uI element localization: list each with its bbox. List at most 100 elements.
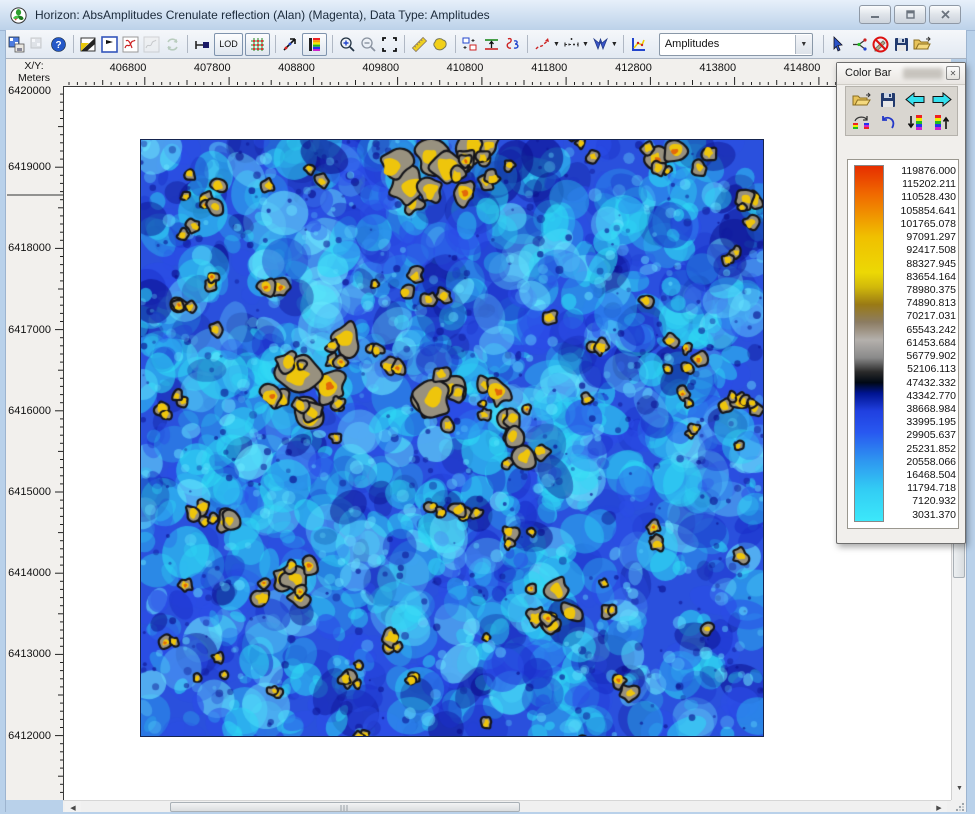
colorbar-value: 47432.332: [886, 377, 957, 390]
toolbar-separator: [527, 35, 528, 53]
data-type-value: Amplitudes: [660, 38, 795, 50]
zoom-out-icon[interactable]: [359, 35, 378, 54]
toolbar-separator: [623, 35, 624, 53]
zoom-extent-icon[interactable]: [380, 35, 399, 54]
layers-icon[interactable]: [79, 35, 98, 54]
svg-text:?: ?: [55, 40, 61, 51]
zoom-in-icon[interactable]: [338, 35, 357, 54]
contour-draw-icon[interactable]: [533, 35, 552, 54]
colorbar-value: 33995.195: [886, 416, 957, 429]
colorbar-save-icon[interactable]: [875, 88, 901, 111]
ruler-left-label: 6419000: [8, 161, 51, 173]
ruler-left-label: 6412000: [8, 730, 51, 742]
scroll-down-button[interactable]: ▼: [952, 780, 967, 797]
ruler-top-label: 413800: [699, 62, 736, 74]
measure-ruler-icon[interactable]: [410, 35, 429, 54]
no-edit-icon[interactable]: [871, 35, 890, 54]
restore-button[interactable]: [894, 5, 926, 24]
ruler-left-label: 6415000: [8, 486, 51, 498]
colorbar-value: 110528.430: [886, 191, 957, 204]
flowline-dropdown-arrow[interactable]: ▼: [582, 41, 589, 48]
colorbar-value: 61453.684: [886, 337, 957, 350]
wiggle-trace-icon[interactable]: [281, 35, 300, 54]
flag-icon[interactable]: [100, 35, 119, 54]
colorbar-value: 11794.718: [886, 482, 957, 495]
colorbar-value: 97091.297: [886, 231, 957, 244]
colorbar-value: 7120.932: [886, 495, 957, 508]
colorbar-values: 119876.000115202.211110528.430105854.641…: [886, 165, 957, 525]
node-edit-icon[interactable]: [850, 35, 869, 54]
toolbar-separator: [275, 35, 276, 53]
window-border-left: [0, 0, 6, 814]
data-type-dropdown[interactable]: Amplitudes ▼: [659, 33, 813, 56]
open-folder-icon[interactable]: [913, 35, 932, 54]
colorbar-toggle-button[interactable]: [302, 33, 327, 56]
amplitude-map[interactable]: [140, 139, 764, 737]
refresh-disabled-icon: [163, 35, 182, 54]
ruler-top-label: 409800: [362, 62, 399, 74]
export-map-icon[interactable]: [7, 35, 26, 54]
colorbar-prev-icon[interactable]: [902, 88, 928, 111]
map-view-area[interactable]: [63, 86, 951, 800]
ruler-left-label: 6417000: [8, 324, 51, 336]
colorbar-value: 43342.770: [886, 390, 957, 403]
colorbar-value: 38668.984: [886, 403, 957, 416]
redacted-text: [903, 68, 943, 79]
colorbar-value: 25231.852: [886, 443, 957, 456]
colorbar-value: 56779.902: [886, 350, 957, 363]
culture-icon[interactable]: [121, 35, 140, 54]
annotation-icon[interactable]: [503, 35, 522, 54]
colorbar-shift-up-icon[interactable]: [929, 111, 955, 134]
fault-polygon-dropdown-arrow[interactable]: ▼: [611, 41, 618, 48]
colorbar-value: 20558.066: [886, 456, 957, 469]
colorbar-value: 52106.113: [886, 363, 957, 376]
colorbar-close-button[interactable]: ✕: [946, 66, 960, 80]
toolbar-separator: [332, 35, 333, 53]
ruler-unit-line1: X/Y:: [5, 60, 63, 72]
export-map-disabled-icon: [28, 35, 47, 54]
posting-icon[interactable]: [461, 35, 480, 54]
toolbar-separator: [404, 35, 405, 53]
colorbar-panel: Color Bar ✕ 119876.000115202.211110528.4…: [836, 62, 966, 544]
colorbar-panel-titlebar[interactable]: Color Bar ✕: [837, 63, 965, 85]
flowline-icon[interactable]: [562, 35, 581, 54]
ruler-left-label: 6414000: [8, 567, 51, 579]
minimize-button[interactable]: [859, 5, 891, 24]
ruler-left: 6420000641900064180006417000641600064150…: [5, 86, 63, 800]
title-bar: Horizon: AbsAmplitudes Crenulate reflect…: [0, 0, 975, 31]
colorbar-undo-icon[interactable]: [875, 111, 901, 134]
colorbar-value: 92417.508: [886, 244, 957, 257]
window-border-right: [966, 0, 975, 814]
horizontal-scroll-thumb[interactable]: [170, 802, 520, 812]
colorbar-toolbar: [845, 86, 958, 136]
colorbar-open-icon[interactable]: [848, 88, 874, 111]
ruler-left-label: 6418000: [8, 242, 51, 254]
toolbar-separator: [187, 35, 188, 53]
ruler-top-label: 412800: [615, 62, 652, 74]
pointer-icon[interactable]: [829, 35, 848, 54]
ruler-top-label: 410800: [447, 62, 484, 74]
colorbar-next-icon[interactable]: [929, 88, 955, 111]
fault-polygon-icon[interactable]: [591, 35, 610, 54]
toolbar-separator: [455, 35, 456, 53]
help-icon[interactable]: ?: [49, 35, 68, 54]
lod-toggle-button[interactable]: LOD: [214, 33, 243, 56]
colorbar-rotate-icon[interactable]: [848, 111, 874, 134]
colorbar-value: 115202.211: [886, 178, 957, 191]
ruler-left-label: 6420000: [8, 86, 51, 97]
colorbar-shift-down-icon[interactable]: [902, 111, 928, 134]
colorbar-panel-title: Color Bar: [845, 67, 891, 79]
save-icon[interactable]: [892, 35, 911, 54]
contour-draw-dropdown-arrow[interactable]: ▼: [553, 41, 560, 48]
close-button[interactable]: [929, 5, 961, 24]
section-tool-icon[interactable]: [193, 35, 212, 54]
polygon-tool-icon[interactable]: [431, 35, 450, 54]
colorbar-value: 83654.164: [886, 271, 957, 284]
scroll-thumb-grip: [341, 805, 350, 811]
crossplot-icon[interactable]: [629, 35, 648, 54]
dropdown-arrow-button[interactable]: ▼: [795, 35, 812, 54]
datum-shift-icon[interactable]: [482, 35, 501, 54]
main-toolbar: ? LOD ▼ ▼ ▼ Amplitudes ▼: [6, 30, 966, 59]
grid-toggle-button[interactable]: [245, 33, 270, 56]
colorbar-value: 105854.641: [886, 205, 957, 218]
